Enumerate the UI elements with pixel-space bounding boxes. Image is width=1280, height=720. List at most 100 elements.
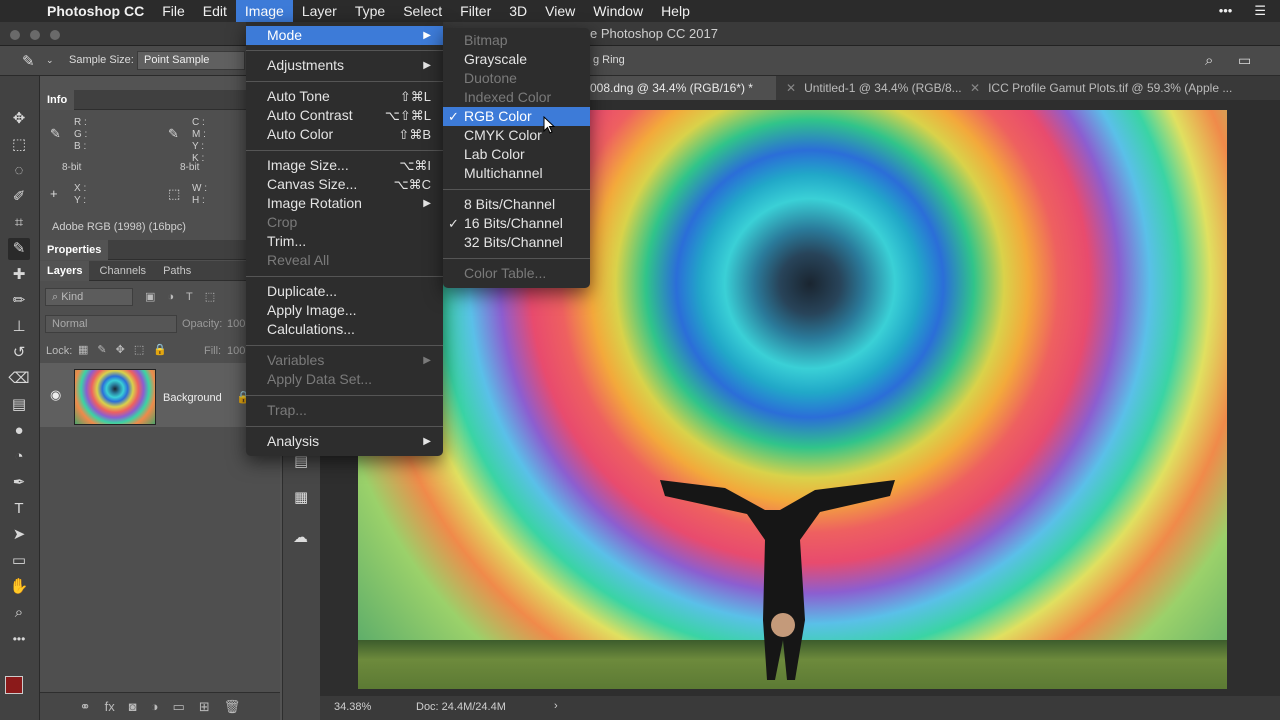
hand-tool-icon[interactable]: ✋ [8,576,30,598]
tab-info[interactable]: Info [40,90,75,110]
zoom-level[interactable]: 34.38% [334,701,371,713]
layers-panel-header: Layers Channels Paths [40,261,280,281]
menu-item-label: Analysis [267,433,320,449]
submenu-item-rgb-color[interactable]: ✓ RGB Color [443,107,590,126]
opacity-value[interactable]: 100 [227,318,245,330]
submenu-item-multichannel[interactable]: Multichannel [443,164,590,183]
layer-filter-kind[interactable]: ⌕ Kind [45,288,133,306]
pen-tool-icon[interactable]: ✒ [8,472,30,494]
tab-channels[interactable]: Channels [93,261,153,281]
workspace-icon[interactable]: ▭ [1238,52,1251,69]
healing-tool-icon[interactable]: ✚ [8,264,30,286]
menu-item-image-rotation[interactable]: Image Rotation ▶ [246,194,443,213]
foreground-color-swatch[interactable] [5,676,23,694]
tab-document-3[interactable]: ✕ ICC Profile Gamut Plots.tif @ 59.3% (Ap… [960,76,1280,100]
menu-filter[interactable]: Filter [451,0,500,22]
new-layer-icon[interactable]: ⊞ [199,699,210,715]
menu-item-analysis[interactable]: Analysis ▶ [246,432,443,451]
menu-window[interactable]: Window [584,0,652,22]
menu-app[interactable]: Photoshop CC [38,0,153,22]
trash-icon[interactable]: 🗑 [224,699,241,715]
tab-document-2[interactable]: ✕ Untitled-1 @ 34.4% (RGB/8... [776,76,972,100]
shape-tool-icon[interactable]: ▭ [8,550,30,572]
hamburger-icon[interactable]: ☰ [1254,3,1266,19]
type-tool-icon[interactable]: T [8,498,30,520]
close-icon[interactable]: ✕ [786,81,796,95]
zoom-window-icon[interactable] [50,30,60,40]
new-group-icon[interactable]: ▭ [173,699,185,715]
submenu-item-32-bits[interactable]: 32 Bits/Channel [443,233,590,252]
menu-separator [246,50,443,51]
cloud-icon[interactable]: ☁ [293,528,308,546]
layer-row[interactable]: ◉ Background 🔒 [40,363,280,427]
submenu-item-cmyk-color[interactable]: CMYK Color [443,126,590,145]
stamp-tool-icon[interactable]: ⊥ [8,316,30,338]
filter-type-icons[interactable]: ▣◑T⬚ [145,290,227,303]
quick-select-tool-icon[interactable]: ✐ [8,186,30,208]
menu-item-auto-tone[interactable]: Auto Tone ⇧⌘L [246,87,443,106]
menu-item-canvas-size[interactable]: Canvas Size... ⌥⌘C [246,175,443,194]
tab-properties[interactable]: Properties [40,240,109,260]
menu-item-label: Image Size... [267,157,349,173]
minimize-window-icon[interactable] [30,30,40,40]
close-window-icon[interactable] [10,30,20,40]
layer-name[interactable]: Background [163,392,222,404]
dodge-tool-icon[interactable]: ◔ [8,446,30,468]
lock-icons[interactable]: ▦✎✥⬚🔒 [78,343,176,356]
status-menu-arrow[interactable]: › [554,700,558,712]
menu-type[interactable]: Type [346,0,394,22]
menu-item-image-size[interactable]: Image Size... ⌥⌘I [246,156,443,175]
menu-item-trim[interactable]: Trim... [246,232,443,251]
menu-layer[interactable]: Layer [293,0,346,22]
chevron-down-icon[interactable]: ⌄ [46,55,54,66]
menu-item-auto-contrast[interactable]: Auto Contrast ⌥⇧⌘L [246,106,443,125]
menu-item-apply-image[interactable]: Apply Image... [246,301,443,320]
menu-help[interactable]: Help [652,0,699,22]
tab-paths[interactable]: Paths [156,261,198,281]
blend-mode-select[interactable]: Normal [45,315,177,333]
menu-item-calculations[interactable]: Calculations... [246,320,443,339]
fx-icon[interactable]: fx [105,699,115,714]
crop-tool-icon[interactable]: ⌗ [8,212,30,234]
fill-value[interactable]: 100 [227,345,245,357]
eyedropper-tool-icon[interactable]: ✎ [8,238,30,260]
menu-file[interactable]: File [153,0,194,22]
menu-edit[interactable]: Edit [194,0,236,22]
more-icon[interactable]: ••• [1219,3,1233,19]
move-tool-icon[interactable]: ✥ [8,108,30,130]
path-select-tool-icon[interactable]: ➤ [8,524,30,546]
brush-tool-icon[interactable]: ✏ [8,290,30,312]
menu-item-adjustments[interactable]: Adjustments ▶ [246,56,443,75]
submenu-item-8-bits[interactable]: 8 Bits/Channel [443,195,590,214]
tab-layers[interactable]: Layers [40,261,90,281]
tab-label: Untitled-1 @ 34.4% (RGB/8... [804,81,962,95]
eraser-tool-icon[interactable]: ⌫ [8,368,30,390]
adjustment-layer-icon[interactable]: ◑ [151,699,159,714]
add-mask-icon[interactable]: ◙ [129,699,137,714]
submenu-item-grayscale[interactable]: Grayscale [443,50,590,69]
menu-item-auto-color[interactable]: Auto Color ⇧⌘B [246,125,443,144]
marquee-tool-icon[interactable]: ⬚ [8,134,30,156]
grid-icon[interactable]: ▦ [294,488,308,506]
show-ring-label[interactable]: g Ring [593,54,625,66]
menu-3d[interactable]: 3D [500,0,536,22]
sample-size-select[interactable]: Point Sample [137,51,245,70]
menu-item-mode[interactable]: Mode ▶ [246,26,443,45]
link-layers-icon[interactable]: ⚭ [80,699,91,715]
more-tools-icon[interactable]: ••• [8,628,30,650]
menu-view[interactable]: View [536,0,584,22]
eye-icon[interactable]: ◉ [50,387,61,403]
submenu-item-16-bits[interactable]: ✓ 16 Bits/Channel [443,214,590,233]
history-brush-tool-icon[interactable]: ↺ [8,342,30,364]
gradient-tool-icon[interactable]: ▤ [8,394,30,416]
blur-tool-icon[interactable]: ● [8,420,30,442]
menu-item-duplicate[interactable]: Duplicate... [246,282,443,301]
zoom-tool-icon[interactable]: ⌕ [8,602,30,624]
close-icon[interactable]: ✕ [970,81,980,95]
menu-image[interactable]: Image [235,0,293,22]
lasso-tool-icon[interactable]: ◌ [8,160,30,182]
submenu-item-lab-color[interactable]: Lab Color [443,145,590,164]
menu-select[interactable]: Select [394,0,451,22]
eyedropper-icon[interactable]: ✎ [22,52,35,70]
search-icon[interactable]: ⌕ [1205,52,1213,69]
